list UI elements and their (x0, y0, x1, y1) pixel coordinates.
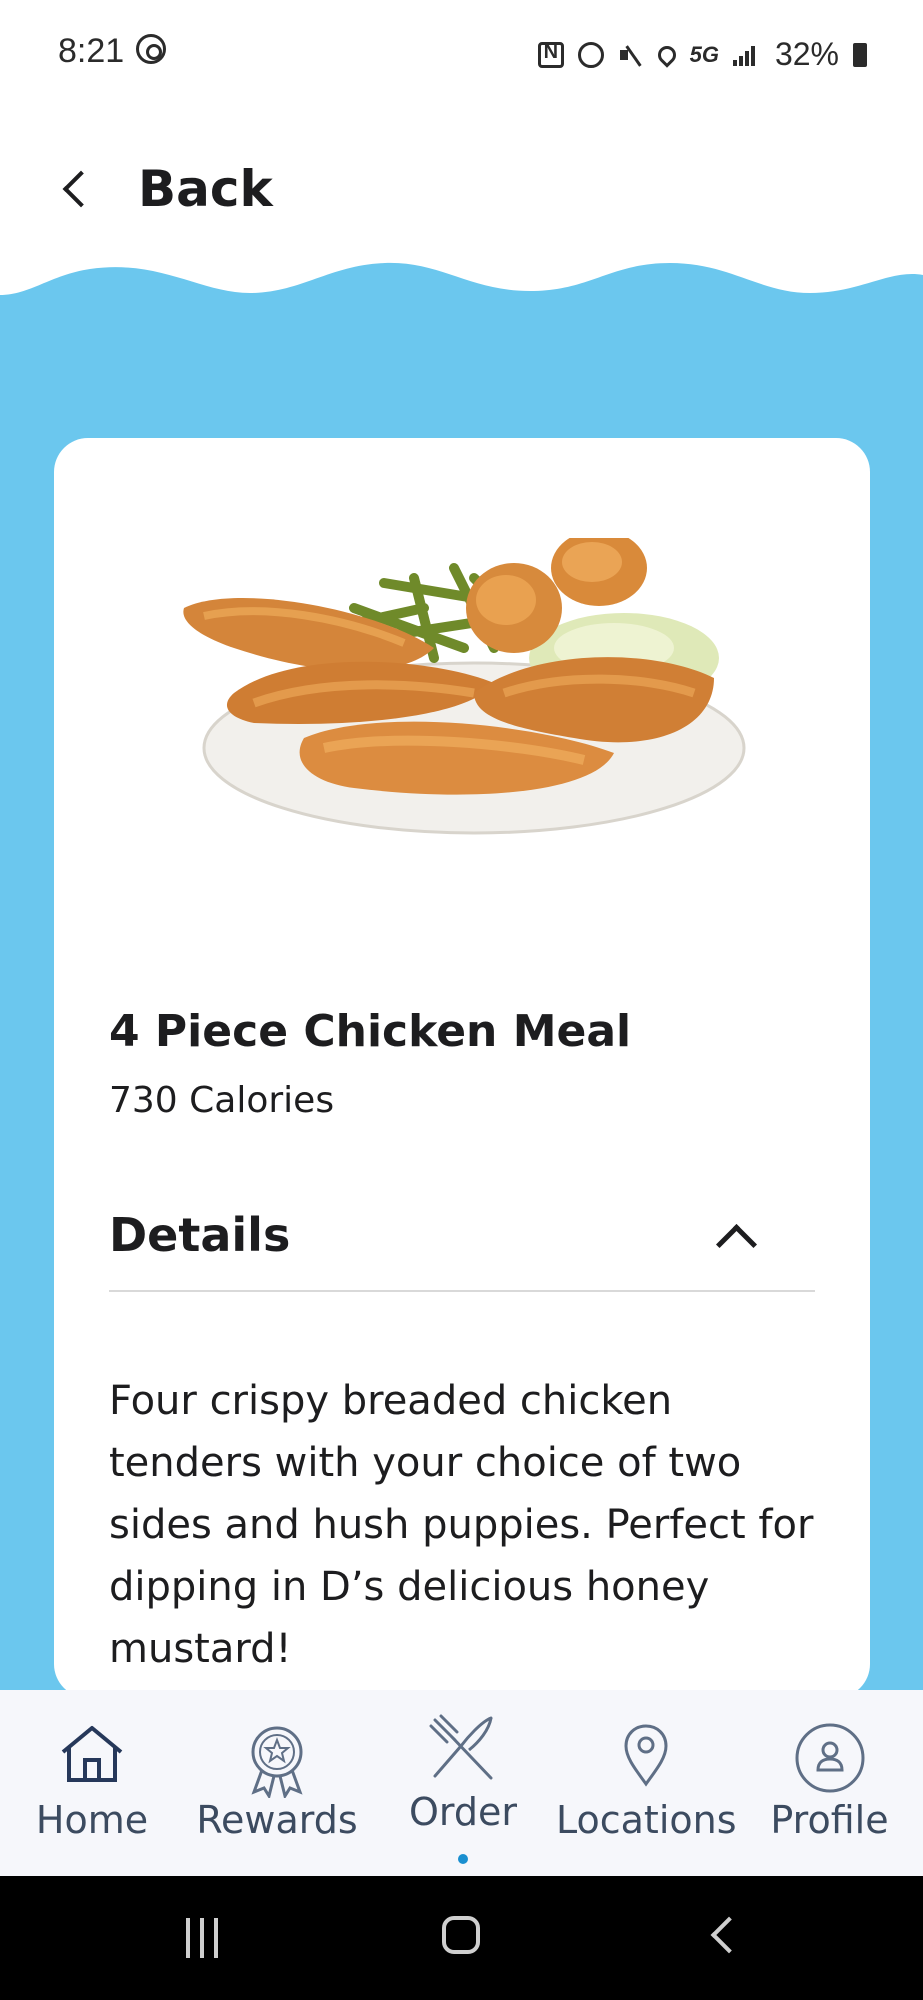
wave-decoration (0, 262, 923, 315)
nav-profile-label: Profile (770, 1798, 889, 1842)
nav-home[interactable]: Home (0, 1690, 184, 1876)
threads-icon (136, 34, 166, 64)
chicken-meal-image (183, 538, 746, 835)
item-title: 4 Piece Chicken Meal (109, 1006, 632, 1057)
rewards-badge-icon (251, 1726, 303, 1798)
chevron-up-icon (715, 1223, 758, 1266)
location-pin-icon (624, 1724, 668, 1787)
nfc-icon (537, 41, 564, 68)
nav-rewards[interactable]: Rewards (184, 1690, 370, 1876)
system-back-icon[interactable] (710, 1916, 748, 1954)
location-icon (653, 41, 680, 68)
battery-icon (853, 42, 867, 67)
fork-knife-icon (429, 1714, 493, 1780)
nav-rewards-label: Rewards (196, 1798, 358, 1842)
back-chevron-icon (62, 170, 100, 208)
mute-icon (618, 42, 644, 68)
details-label: Details (109, 1208, 291, 1262)
bottom-nav: Home Rewards Order Locations Profile (0, 1690, 923, 1876)
details-description: Four crispy breaded chicken tenders with… (109, 1378, 814, 1672)
system-nav-bar (0, 1876, 923, 2000)
battery-percent: 32% (774, 36, 839, 72)
item-card: 4 Piece Chicken Meal 730 Calories Detail… (54, 438, 870, 1698)
network-type: 5G (689, 41, 719, 67)
back-button[interactable]: Back (60, 160, 273, 218)
details-toggle[interactable]: Details (109, 1208, 815, 1292)
nav-locations[interactable]: Locations (556, 1690, 737, 1876)
status-time: 8:21 (58, 32, 125, 70)
alarm-icon (577, 41, 604, 68)
system-home-icon[interactable] (442, 1916, 480, 1954)
active-indicator-dot (458, 1854, 468, 1864)
status-bar: 8:21 5G 32% (0, 0, 923, 110)
signal-icon (732, 44, 761, 66)
nav-locations-label: Locations (556, 1798, 737, 1842)
nav-order[interactable]: Order (370, 1690, 556, 1876)
home-icon (61, 1726, 123, 1782)
item-calories: 730 Calories (109, 1080, 335, 1121)
back-label: Back (138, 160, 273, 218)
nav-order-label: Order (409, 1790, 517, 1834)
status-icons: 5G 32% (537, 36, 867, 73)
recent-apps-icon[interactable] (186, 1918, 226, 1958)
nav-home-label: Home (35, 1798, 149, 1842)
nav-profile[interactable]: Profile (736, 1690, 923, 1876)
profile-icon (795, 1723, 864, 1793)
